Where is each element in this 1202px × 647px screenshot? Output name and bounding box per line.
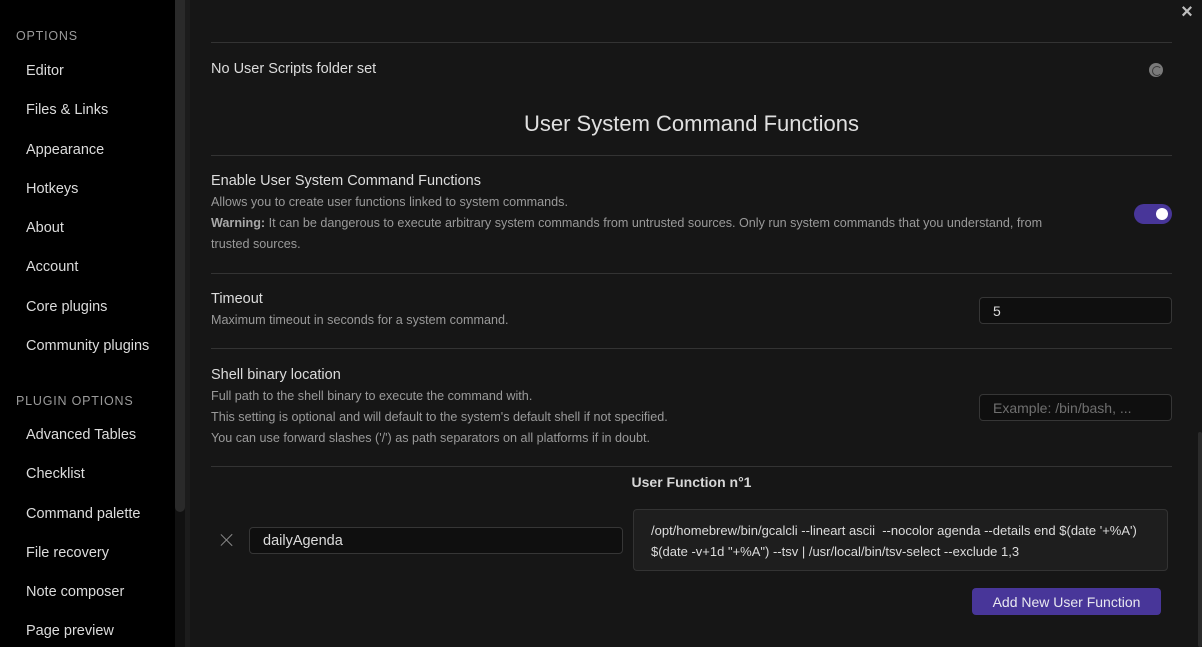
function-name-input[interactable] (249, 527, 623, 554)
sidebar-item-checklist[interactable]: Checklist (26, 466, 85, 482)
divider (211, 466, 1172, 467)
enable-functions-toggle[interactable] (1134, 204, 1172, 224)
timeout-input[interactable] (979, 297, 1172, 324)
section-title: User System Command Functions (524, 111, 859, 136)
divider (211, 273, 1172, 274)
add-user-function-button[interactable]: Add New User Function (972, 588, 1161, 615)
divider (211, 155, 1172, 156)
shell-path-input[interactable] (979, 394, 1172, 421)
toggle-knob (1156, 208, 1168, 220)
enable-setting-name: Enable User System Command Functions (211, 173, 481, 189)
enable-setting-warning: Warning: It can be dangerous to execute … (211, 213, 1042, 234)
remove-function-icon[interactable] (218, 531, 236, 549)
refresh-icon[interactable] (1149, 63, 1163, 77)
sidebar-item-command-palette[interactable]: Command palette (26, 506, 140, 522)
sidebar-scrollbar-thumb[interactable] (175, 0, 185, 512)
timeout-setting-desc: Maximum timeout in seconds for a system … (211, 313, 509, 327)
timeout-setting-name: Timeout (211, 291, 263, 307)
sidebar-item-page-preview[interactable]: Page preview (26, 623, 114, 639)
shell-setting-desc-1: Full path to the shell binary to execute… (211, 389, 533, 403)
shell-setting-name: Shell binary location (211, 367, 341, 383)
main-scrollbar-thumb[interactable] (1198, 432, 1202, 647)
user-function-header: User Function n°1 (631, 474, 752, 490)
options-section-header: Options (16, 29, 78, 43)
sidebar-item-community-plugins[interactable]: Community plugins (26, 338, 149, 354)
divider (211, 42, 1172, 43)
enable-setting-desc: Allows you to create user functions link… (211, 195, 568, 209)
sidebar-item-about[interactable]: About (26, 220, 64, 236)
sidebar-item-account[interactable]: Account (26, 259, 78, 275)
warning-text: It can be dangerous to execute arbitrary… (265, 216, 1043, 230)
sidebar-item-hotkeys[interactable]: Hotkeys (26, 181, 78, 197)
close-icon[interactable]: × (1177, 2, 1197, 22)
settings-sidebar: Options Editor Files & Links Appearance … (0, 0, 175, 647)
sidebar-item-advanced-tables[interactable]: Advanced Tables (26, 427, 136, 443)
sidebar-item-appearance[interactable]: Appearance (26, 142, 104, 158)
user-scripts-status: No User Scripts folder set (211, 61, 377, 77)
sidebar-item-note-composer[interactable]: Note composer (26, 584, 124, 600)
sidebar-item-file-recovery[interactable]: File recovery (26, 545, 109, 561)
sidebar-item-editor[interactable]: Editor (26, 63, 64, 79)
warning-label: Warning: (211, 216, 266, 230)
shell-setting-desc-2: This setting is optional and will defaul… (211, 410, 668, 424)
sidebar-item-core-plugins[interactable]: Core plugins (26, 299, 107, 315)
function-command-textarea[interactable]: /opt/homebrew/bin/gcalcli --lineart asci… (633, 509, 1168, 571)
enable-setting-warning-cont: trusted sources. (211, 237, 301, 251)
sidebar-item-files-links[interactable]: Files & Links (26, 102, 108, 118)
plugin-options-section-header: Plugin Options (16, 394, 134, 408)
shell-setting-desc-3: You can use forward slashes ('/') as pat… (211, 431, 651, 445)
divider (211, 348, 1172, 349)
